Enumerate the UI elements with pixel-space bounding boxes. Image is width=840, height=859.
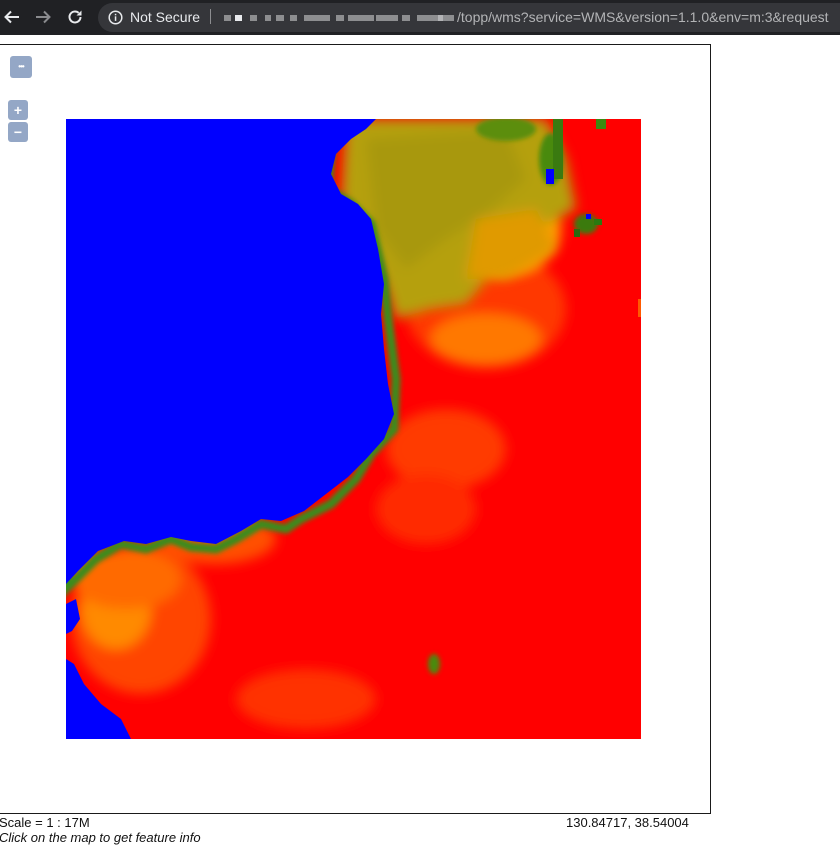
address-bar[interactable]: Not Secure /topp/wms?service=WMS&version… (98, 3, 840, 32)
security-label: Not Secure (130, 9, 201, 25)
browser-toolbar: Not Secure /topp/wms?service=WMS&version… (0, 0, 840, 35)
plus-icon: + (13, 102, 23, 118)
raster-layer[interactable] (66, 119, 641, 739)
scale-readout: Scale = 1 : 17M (0, 815, 90, 830)
menu-button[interactable]: ••• (10, 56, 32, 78)
minus-icon: − (13, 124, 23, 140)
more-icon: ••• (18, 62, 24, 71)
zoom-out-button[interactable]: − (8, 122, 28, 142)
info-icon[interactable] (108, 10, 123, 25)
back-arrow-icon[interactable] (0, 5, 24, 29)
feature-info-hint: Click on the map to get feature info (0, 830, 201, 845)
coordinate-readout: 130.84717, 38.54004 (566, 815, 689, 830)
forward-arrow-icon[interactable] (31, 5, 55, 29)
separator (210, 9, 211, 24)
url-path: /topp/wms?service=WMS&version=1.1.0&env=… (457, 9, 829, 25)
zoom-in-button[interactable]: + (8, 100, 28, 120)
reload-icon[interactable] (63, 5, 87, 29)
